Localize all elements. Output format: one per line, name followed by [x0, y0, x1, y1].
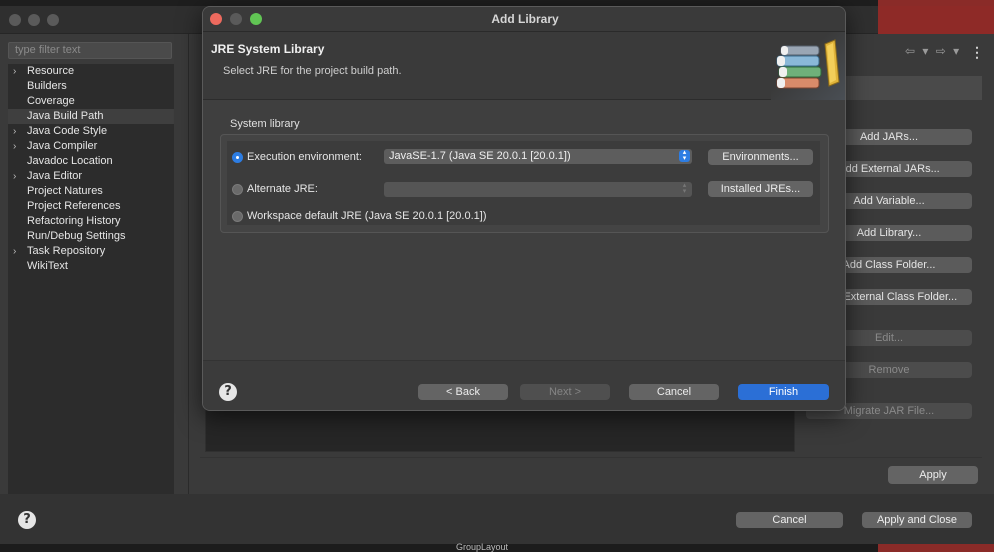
next-button[interactable]: Next > — [520, 384, 610, 400]
tree-item-label: Java Compiler — [27, 140, 98, 152]
alternate-jre-radio[interactable] — [232, 184, 243, 195]
chevron-right-icon[interactable]: › — [13, 64, 16, 79]
group-label: System library — [230, 118, 300, 130]
tree-item[interactable]: Project Natures — [8, 184, 174, 199]
tree-item[interactable]: Java Build Path — [8, 109, 174, 124]
tree-item[interactable]: Javadoc Location — [8, 154, 174, 169]
execution-env-radio[interactable] — [232, 152, 243, 163]
select-arrows-icon: ▴ ▾ — [682, 182, 687, 195]
alternate-jre-select[interactable]: ▴ ▾ — [384, 182, 692, 197]
tree-item-label: Java Build Path — [27, 110, 104, 122]
tree-item[interactable]: › Java Code Style — [8, 124, 174, 139]
close-light-inactive[interactable] — [9, 14, 21, 26]
tree-item-label: Project Natures — [27, 185, 103, 197]
tree-item[interactable]: Refactoring History — [8, 214, 174, 229]
execution-env-value: JavaSE-1.7 (Java SE 20.0.1 [20.0.1]) — [389, 150, 571, 162]
tree-item[interactable]: Builders — [8, 79, 174, 94]
chevron-right-icon[interactable]: › — [13, 139, 16, 154]
help-icon[interactable]: ? — [18, 511, 36, 529]
tree-item-label: Resource — [27, 65, 75, 77]
group-content: Execution environment: JavaSE-1.7 (Java … — [227, 141, 820, 225]
tree-item[interactable]: › Resource — [8, 64, 174, 79]
books-icon — [771, 32, 845, 100]
alternate-jre-label: Alternate JRE: — [247, 183, 318, 195]
page-description: Select JRE for the project build path. — [223, 65, 402, 77]
finish-button[interactable]: Finish — [738, 384, 829, 400]
tree-item[interactable]: Project References — [8, 199, 174, 214]
tree-item-label: Java Editor — [27, 170, 83, 182]
maximize-light-inactive[interactable] — [47, 14, 59, 26]
tree-item-label: Project References — [27, 200, 121, 212]
tree-item[interactable]: › Java Compiler — [8, 139, 174, 154]
chevron-right-icon[interactable]: › — [13, 169, 16, 184]
tree-item-label: Refactoring History — [27, 215, 121, 227]
apply-button[interactable]: Apply — [888, 466, 978, 484]
tree-item[interactable]: › Task Repository — [8, 244, 174, 259]
tree-item[interactable]: WikiText — [8, 259, 174, 274]
tree-item-label: Coverage — [27, 95, 75, 107]
cancel-button[interactable]: Cancel — [629, 384, 719, 400]
chevron-right-icon[interactable]: › — [13, 124, 16, 139]
tree-item[interactable]: Run/Debug Settings — [8, 229, 174, 244]
separator — [200, 457, 982, 458]
tree-item-label: WikiText — [27, 260, 68, 272]
dialog-title: Add Library — [491, 12, 559, 26]
dialog-body: System library Execution environment: Ja… — [203, 100, 845, 360]
tree-item[interactable]: › Java Editor — [8, 169, 174, 184]
cancel-button[interactable]: Cancel — [736, 512, 843, 528]
tree-item-label: Run/Debug Settings — [27, 230, 126, 242]
tree-item-label: Javadoc Location — [27, 155, 113, 167]
add-library-dialog: Add Library JRE System Library Select JR… — [202, 6, 846, 411]
view-menu-icon[interactable]: ⋮ — [970, 44, 984, 61]
environments-button[interactable]: Environments... — [708, 149, 813, 165]
back-button[interactable]: < Back — [418, 384, 508, 400]
tree-item-label: Task Repository — [27, 245, 106, 257]
execution-env-label: Execution environment: — [247, 151, 362, 163]
execution-env-select[interactable]: JavaSE-1.7 (Java SE 20.0.1 [20.0.1]) ▴ ▾ — [384, 149, 692, 164]
bottom-strip-label: GroupLayout — [456, 542, 509, 552]
tab-header — [830, 76, 982, 100]
sash-divider[interactable] — [188, 34, 189, 494]
properties-tree: › Resource Builders Coverage Java Build Path… — [8, 64, 174, 494]
dialog-header: JRE System Library Select JRE for the pr… — [203, 32, 845, 100]
installed-jres-button[interactable]: Installed JREs... — [708, 181, 813, 197]
workspace-default-label: Workspace default JRE (Java SE 20.0.1 [2… — [247, 210, 487, 222]
select-arrows-icon: ▴ ▾ — [679, 149, 690, 162]
apply-and-close-button[interactable]: Apply and Close — [862, 512, 972, 528]
bottom-strip: GroupLayout — [0, 542, 994, 552]
help-icon[interactable]: ? — [219, 383, 237, 401]
page-title: JRE System Library — [211, 42, 325, 56]
filter-input[interactable]: type filter text — [8, 42, 172, 59]
minimize-light-inactive[interactable] — [28, 14, 40, 26]
chevron-right-icon[interactable]: › — [13, 244, 16, 259]
dialog-footer: ? < Back Next > Cancel Finish — [203, 360, 845, 410]
nav-arrows-icon[interactable]: ⇦ ▾ ⇨ ▾ — [905, 44, 961, 58]
tree-item[interactable]: Coverage — [8, 94, 174, 109]
workspace-default-radio[interactable] — [232, 211, 243, 222]
system-library-group: Execution environment: JavaSE-1.7 (Java … — [220, 134, 829, 233]
tree-item-label: Builders — [27, 80, 67, 92]
tree-item-label: Java Code Style — [27, 125, 108, 137]
dialog-titlebar: Add Library — [203, 7, 845, 32]
